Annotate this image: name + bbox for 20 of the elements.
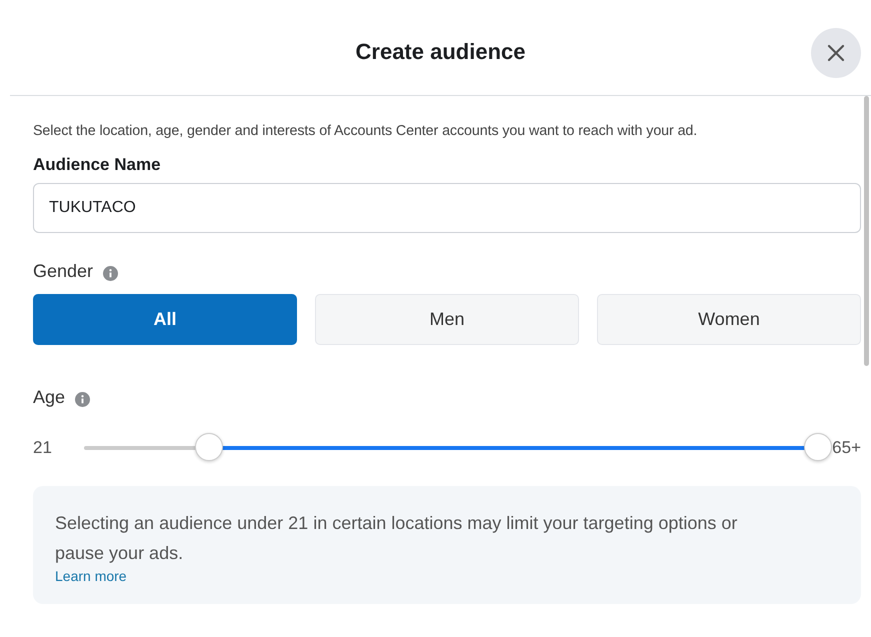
audience-name-field[interactable]: TUKUTACO [33, 183, 861, 233]
intro-text: Select the location, age, gender and interests of Accounts Center accounts you want to reach with your ad. [33, 123, 698, 139]
close-icon [826, 43, 846, 63]
gender-option[interactable]: All [33, 294, 297, 345]
gender-label: Gender [33, 261, 94, 282]
gender-option[interactable]: Men [315, 294, 579, 345]
learn-more-link[interactable]: Learn more [55, 568, 127, 584]
slider-thumb[interactable] [194, 433, 223, 461]
min-age: 21 [33, 438, 53, 458]
notice-text: Selecting an audience under 21 in certain locations may limit your targeting options or pause your ads. [55, 512, 738, 565]
info-icon[interactable] [103, 266, 118, 281]
slider-thumb[interactable] [804, 433, 832, 461]
max-age: 65+ [832, 438, 861, 458]
info-icon[interactable] [75, 392, 90, 407]
close-button[interactable] [811, 28, 861, 78]
scrollbar[interactable] [864, 96, 869, 366]
gender-option[interactable]: Women [597, 294, 861, 345]
field-label: Audience Name [33, 155, 162, 175]
age-label: Age [33, 387, 66, 408]
dialog-title: Create audience [356, 38, 526, 64]
